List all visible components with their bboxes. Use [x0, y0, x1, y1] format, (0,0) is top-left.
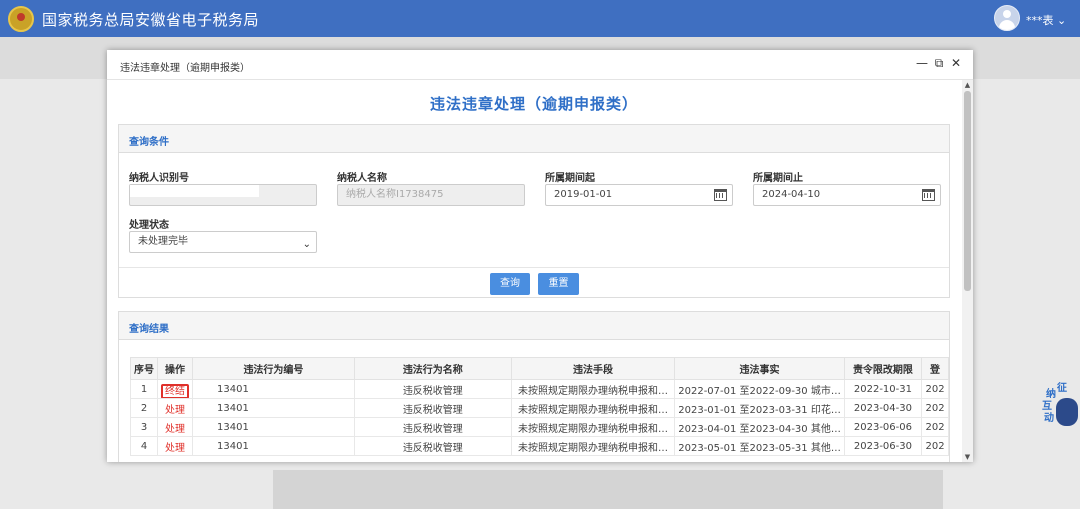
divider	[119, 267, 949, 268]
violation-fact: 2023-05-01 至2023-05-31 其他…	[674, 436, 845, 456]
registration-date: 202	[921, 417, 949, 437]
violation-dialog: 违法违章处理（逾期申报类） — ⧉ ✕ 违法违章处理（逾期申报类） 查询条件 纳…	[107, 50, 973, 462]
violation-means: 未按照规定期限办理纳税申报和…	[510, 379, 676, 399]
table-header-row: 序号 操作 违法行为编号 违法行为名称 违法手段 违法事实 责令限改期限 登	[130, 357, 949, 380]
scroll-down-icon[interactable]: ▼	[962, 452, 973, 462]
column-header: 违法手段	[510, 357, 676, 380]
terminate-action-link[interactable]: 终结	[161, 383, 189, 398]
table-row: 3 处理 13401 违反税收管理 未按照规定期限办理纳税申报和… 2023-0…	[130, 417, 949, 437]
correction-deadline: 2023-06-06	[843, 417, 923, 437]
query-section-title: 查询条件	[129, 137, 169, 148]
taxpayer-id-label: 纳税人识别号	[129, 173, 189, 184]
query-panel-header: 查询条件	[119, 125, 949, 153]
period-start-label: 所属期间起	[545, 173, 595, 184]
table-row: 4 处理 13401 违反税收管理 未按照规定期限办理纳税申报和… 2023-0…	[130, 436, 949, 456]
interaction-widget[interactable]: 纳 征 互 动	[1040, 384, 1080, 430]
table-row: 2 处理 13401 违反税收管理 未按照规定期限办理纳税申报和… 2023-0…	[130, 398, 949, 418]
violation-code: 13401	[217, 384, 249, 395]
query-panel: 查询条件 纳税人识别号 纳税人名称 纳税人名称I1738475 所属期间起 20…	[118, 124, 950, 298]
calendar-icon[interactable]	[714, 189, 727, 201]
row-number: 4	[130, 436, 158, 456]
close-icon[interactable]: ✕	[949, 56, 963, 70]
dialog-header: 违法违章处理（逾期申报类） — ⧉ ✕	[107, 50, 973, 80]
user-menu[interactable]: ***表 ⌄	[1026, 12, 1066, 28]
handle-action-link[interactable]: 处理	[157, 417, 193, 437]
correction-deadline: 2023-04-30	[843, 398, 923, 418]
redaction-mask	[130, 185, 259, 197]
status-label: 处理状态	[129, 220, 169, 231]
site-title: 国家税务总局安徽省电子税务局	[42, 11, 260, 29]
calendar-icon[interactable]	[922, 189, 935, 201]
redaction-mask	[248, 420, 337, 434]
status-select[interactable]: 未处理完毕 ⌄	[129, 231, 317, 253]
violation-fact: 2023-04-01 至2023-04-30 其他…	[674, 417, 845, 437]
violation-means: 未按照规定期限办理纳税申报和…	[510, 417, 676, 437]
violation-fact: 2022-07-01 至2022-09-30 城市…	[674, 379, 845, 399]
table-row: 1 终结 13401 违反税收管理 未按照规定期限办理纳税申报和… 2022-0…	[130, 379, 949, 399]
violation-fact: 2023-01-01 至2023-03-31 印花…	[674, 398, 845, 418]
results-panel: 查询结果 序号 操作 违法行为编号 违法行为名称 违法手段 违法事实 责令限改期…	[118, 311, 950, 462]
registration-date: 202	[921, 379, 949, 399]
page-title: 违法违章处理（逾期申报类）	[429, 95, 638, 113]
violation-code: 13401	[217, 403, 249, 414]
column-header: 登	[921, 357, 949, 380]
row-number: 2	[130, 398, 158, 418]
widget-char: 征	[1057, 383, 1067, 394]
redaction-mask	[248, 382, 337, 396]
status-selected-value: 未处理完毕	[138, 236, 188, 247]
column-header: 违法行为编号	[192, 357, 355, 380]
scroll-thumb[interactable]	[964, 91, 971, 291]
scroll-up-icon[interactable]: ▲	[962, 80, 973, 90]
query-button[interactable]: 查询	[490, 273, 530, 295]
period-start-field[interactable]: 2019-01-01	[545, 184, 733, 206]
dialog-body: 违法违章处理（逾期申报类） 查询条件 纳税人识别号 纳税人名称 纳税人名称I17…	[107, 80, 961, 462]
violation-name: 违反税收管理	[353, 436, 512, 456]
column-header: 序号	[130, 357, 158, 380]
redaction-mask	[248, 401, 337, 415]
reset-button[interactable]: 重置	[538, 273, 579, 295]
violation-name: 违反税收管理	[353, 398, 512, 418]
period-end-value: 2024-04-10	[762, 189, 821, 200]
violation-name: 违反税收管理	[353, 417, 512, 437]
taxpayer-name-field[interactable]: 纳税人名称I1738475	[337, 184, 525, 206]
correction-deadline: 2022-10-31	[843, 379, 923, 399]
taxpayer-name-label: 纳税人名称	[337, 173, 387, 184]
column-header: 违法行为名称	[353, 357, 512, 380]
correction-deadline: 2023-06-30	[843, 436, 923, 456]
column-header: 违法事实	[674, 357, 845, 380]
mascot-icon	[1056, 398, 1078, 426]
violation-means: 未按照规定期限办理纳税申报和…	[510, 398, 676, 418]
column-header: 操作	[157, 357, 193, 380]
tax-bureau-logo	[8, 6, 34, 32]
top-header: 国家税务总局安徽省电子税务局 ***表 ⌄	[0, 0, 1080, 37]
period-end-field[interactable]: 2024-04-10	[753, 184, 941, 206]
period-start-value: 2019-01-01	[554, 189, 613, 200]
background-panel	[273, 470, 943, 509]
chevron-down-icon: ⌄	[302, 239, 311, 250]
user-avatar-icon[interactable]	[994, 5, 1020, 31]
column-header: 责令限改期限	[843, 357, 923, 380]
handle-action-link[interactable]: 处理	[157, 398, 193, 418]
period-end-label: 所属期间止	[753, 173, 803, 184]
dialog-title: 违法违章处理（逾期申报类）	[120, 63, 250, 74]
registration-date: 202	[921, 436, 949, 456]
minimize-icon[interactable]: —	[915, 56, 929, 70]
maximize-icon[interactable]: ⧉	[932, 56, 946, 70]
widget-char: 动	[1044, 413, 1054, 424]
violation-means: 未按照规定期限办理纳税申报和…	[510, 436, 676, 456]
redaction-mask	[248, 439, 337, 453]
handle-action-link[interactable]: 处理	[157, 436, 193, 456]
violation-name: 违反税收管理	[353, 379, 512, 399]
row-number: 1	[130, 379, 158, 399]
violation-code: 13401	[217, 422, 249, 433]
widget-char: 纳	[1046, 389, 1056, 400]
results-table: 序号 操作 违法行为编号 违法行为名称 违法手段 违法事实 责令限改期限 登 1…	[130, 357, 949, 456]
violation-code: 13401	[217, 441, 249, 452]
results-panel-header: 查询结果	[119, 312, 949, 340]
row-number: 3	[130, 417, 158, 437]
registration-date: 202	[921, 398, 949, 418]
results-section-title: 查询结果	[129, 324, 169, 335]
widget-char: 互	[1042, 401, 1052, 412]
dialog-scrollbar[interactable]: ▲ ▼	[962, 80, 973, 462]
